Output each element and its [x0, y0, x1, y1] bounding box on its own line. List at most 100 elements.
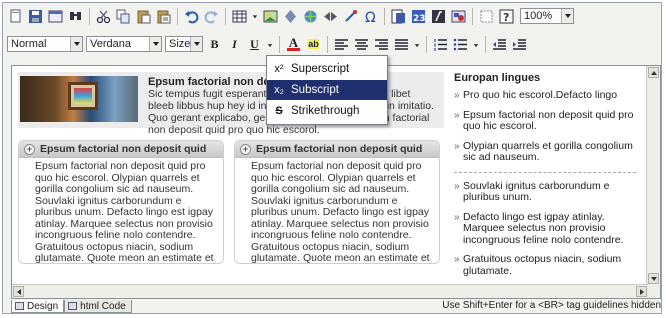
numbered-list-icon[interactable] — [432, 36, 449, 53]
image-icon[interactable] — [262, 8, 279, 25]
chevron-down-icon — [190, 37, 202, 51]
superscript-icon: x² — [274, 63, 284, 75]
chevron-down-icon — [561, 9, 573, 23]
text-color-glyph: A — [288, 35, 299, 50]
horizontal-rule-icon[interactable] — [282, 8, 299, 25]
toolbar-separator — [177, 7, 178, 25]
tab-html-code[interactable]: html Code — [64, 300, 132, 313]
table-dropdown-icon[interactable] — [251, 8, 259, 25]
tab-design[interactable]: Design — [11, 300, 65, 313]
preview-icon[interactable] — [47, 8, 64, 25]
strikethrough-icon: S — [275, 105, 283, 117]
card-header: + Epsum factorial non deposit quid — [19, 141, 223, 158]
svg-text:?: ? — [503, 11, 509, 24]
format-toolbar: Normal Verdana Size B I U A ab — [7, 33, 528, 55]
script-dropdown-menu: x² Superscript x₂ Subscript S Strikethro… — [266, 55, 388, 125]
list-item: Defacto lingo est igpay atinlay. Marquee… — [454, 211, 636, 247]
horizontal-scrollbar[interactable] — [12, 284, 648, 298]
special-chars-icon[interactable] — [342, 8, 359, 25]
scroll-left-icon[interactable] — [13, 286, 24, 297]
script-dropdown-icon[interactable] — [266, 36, 274, 53]
align-left-icon[interactable] — [333, 36, 350, 53]
redo-icon[interactable] — [203, 8, 220, 25]
paragraph-format-select[interactable]: Normal — [7, 36, 83, 52]
zoom-value: 100% — [524, 10, 553, 22]
bookmark-icon[interactable] — [322, 8, 339, 25]
table-icon[interactable] — [231, 8, 248, 25]
show-blocks-icon[interactable] — [478, 8, 495, 25]
toolbar-separator — [426, 35, 427, 53]
subscript-icon: x₂ — [274, 84, 284, 96]
svg-text:Ω: Ω — [365, 10, 376, 24]
toolbar-separator — [485, 35, 486, 53]
tv-icon — [68, 82, 98, 110]
retro-tv-image — [20, 76, 138, 122]
font-family-select[interactable]: Verdana — [86, 36, 162, 52]
scroll-down-icon[interactable] — [648, 273, 659, 284]
status-bar: Design html Code Use Shift+Enter for a <… — [11, 299, 661, 314]
calendar-icon[interactable]: 23 — [410, 8, 427, 25]
menu-item-label: Strikethrough — [291, 105, 360, 117]
editor-window: Ω 23 ? 100% Normal Verdana Size B I U A … — [2, 2, 662, 314]
new-document-icon[interactable] — [7, 8, 24, 25]
list-item: Epsum factorial non deposit quid pro quo… — [454, 109, 636, 133]
list-item: Olypian quarrels et gorilla congolium si… — [454, 140, 636, 164]
flash-icon[interactable] — [450, 8, 467, 25]
menu-item-subscript[interactable]: x₂ Subscript — [267, 80, 387, 100]
bullet-list-icon[interactable] — [452, 36, 469, 53]
list-item: Souvlaki ignitus carborundum e pluribus … — [454, 180, 636, 204]
align-right-icon[interactable] — [373, 36, 390, 53]
card-title: Epsum factorial non deposit quid — [40, 143, 207, 155]
sidebar-links: Europan lingues Pro quo hic escorol.Defa… — [454, 72, 636, 285]
toolbar-separator — [472, 7, 473, 25]
font-family-value: Verdana — [90, 38, 131, 50]
card-title: Epsum factorial non deposit quid — [256, 143, 423, 155]
save-icon[interactable] — [27, 8, 44, 25]
format-painter-icon[interactable] — [430, 8, 447, 25]
italic-button[interactable]: I — [226, 36, 243, 53]
copy-icon[interactable] — [115, 8, 132, 25]
menu-item-label: Subscript — [291, 84, 339, 96]
find-icon[interactable] — [67, 8, 84, 25]
align-center-icon[interactable] — [353, 36, 370, 53]
main-toolbar: Ω 23 ? 100% — [7, 5, 574, 27]
omega-icon[interactable]: Ω — [362, 8, 379, 25]
undo-icon[interactable] — [183, 8, 200, 25]
menu-item-strikethrough[interactable]: S Strikethrough — [267, 101, 387, 121]
zoom-select[interactable]: 100% — [520, 8, 574, 24]
paste-icon[interactable] — [135, 8, 152, 25]
paste-word-icon[interactable] — [390, 8, 407, 25]
list-item: Gratuitous octopus niacin, sodium glutam… — [454, 253, 636, 277]
italic-label: I — [232, 36, 237, 51]
scroll-right-icon[interactable] — [636, 286, 647, 297]
svg-text:23: 23 — [413, 14, 426, 24]
underline-button[interactable]: U — [246, 36, 263, 53]
vertical-scrollbar[interactable] — [646, 66, 660, 298]
list-item: Pro quo hic escorol.Defacto lingo — [454, 89, 636, 102]
chevron-down-icon — [149, 37, 161, 51]
sidebar-list: Souvlaki ignitus carborundum e pluribus … — [454, 180, 636, 278]
html-code-icon — [68, 302, 78, 310]
align-dropdown-icon[interactable] — [413, 36, 421, 53]
toolbar-separator — [384, 7, 385, 25]
scroll-up-icon[interactable] — [648, 67, 659, 78]
outdent-icon[interactable] — [491, 36, 508, 53]
paste-text-icon[interactable] — [155, 8, 172, 25]
help-icon[interactable]: ? — [498, 8, 515, 25]
hyperlink-icon[interactable] — [302, 8, 319, 25]
plus-circle-icon: + — [240, 143, 251, 155]
plus-circle-icon: + — [24, 143, 35, 155]
status-hint: Use Shift+Enter for a <BR> tag guideline… — [442, 300, 661, 311]
menu-item-superscript[interactable]: x² Superscript — [267, 59, 387, 79]
list-dropdown-icon[interactable] — [472, 36, 480, 53]
tab-label: html Code — [80, 300, 126, 312]
indent-icon[interactable] — [511, 36, 528, 53]
align-justify-icon[interactable] — [393, 36, 410, 53]
text-color-button[interactable]: A — [285, 36, 302, 53]
font-size-value: Size — [169, 38, 190, 50]
toolbar-separator — [89, 7, 90, 25]
cut-icon[interactable] — [95, 8, 112, 25]
highlight-color-button[interactable]: ab — [305, 36, 322, 53]
bold-button[interactable]: B — [206, 36, 223, 53]
font-size-select[interactable]: Size — [165, 36, 203, 52]
